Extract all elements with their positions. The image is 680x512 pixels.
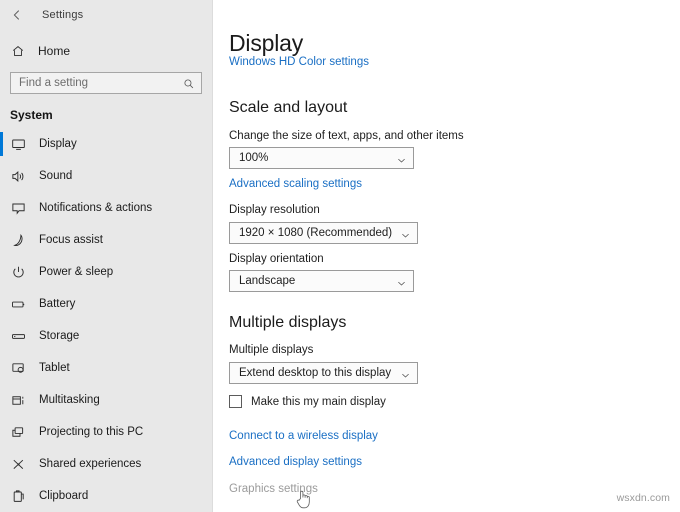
settings-window: Settings Home Syste (0, 0, 680, 512)
scale-value: 100% (239, 152, 396, 164)
sidebar-item-battery[interactable]: Battery (0, 288, 212, 320)
sidebar-item-sound[interactable]: Sound (0, 160, 212, 192)
sidebar-item-label: Notifications & actions (39, 202, 152, 214)
sidebar-item-power-and-sleep[interactable]: Power & sleep (0, 256, 212, 288)
sidebar-item-shared-experiences[interactable]: Shared experiences (0, 448, 212, 480)
multitasking-icon (10, 392, 27, 409)
chevron-down-icon (396, 153, 407, 164)
back-arrow-icon[interactable] (8, 6, 26, 24)
scale-and-layout-heading: Scale and layout (229, 99, 347, 117)
sidebar-item-label: Multitasking (39, 394, 100, 406)
advanced-scaling-settings-link[interactable]: Advanced scaling settings (229, 178, 362, 190)
search-icon[interactable] (183, 77, 195, 89)
search-input[interactable] (11, 73, 201, 93)
sidebar-item-notifications-and-actions[interactable]: Notifications & actions (0, 192, 212, 224)
moon-icon (10, 232, 27, 249)
chevron-down-icon (400, 368, 411, 379)
projecting-icon (10, 424, 27, 441)
home-label: Home (38, 44, 70, 58)
make-main-display-label: Make this my main display (251, 396, 386, 408)
home-icon (10, 43, 26, 59)
sidebar-item-focus-assist[interactable]: Focus assist (0, 224, 212, 256)
sidebar-item-clipboard[interactable]: Clipboard (0, 480, 212, 512)
sidebar-item-tablet[interactable]: Tablet (0, 352, 212, 384)
scale-label: Change the size of text, apps, and other… (229, 130, 464, 142)
chevron-down-icon (396, 276, 407, 287)
sidebar-item-home[interactable]: Home (0, 38, 212, 64)
window-title: Settings (42, 9, 83, 21)
chevron-down-icon (400, 228, 411, 239)
monitor-icon (10, 136, 27, 153)
connect-wireless-display-link[interactable]: Connect to a wireless display (229, 430, 378, 442)
search-box[interactable] (10, 72, 202, 94)
advanced-display-settings-link[interactable]: Advanced display settings (229, 456, 362, 468)
sidebar-item-label: Focus assist (39, 234, 103, 246)
make-main-display-checkbox[interactable] (229, 395, 242, 408)
multiple-displays-heading: Multiple displays (229, 314, 346, 332)
sidebar-item-label: Battery (39, 298, 75, 310)
scale-dropdown[interactable]: 100% (229, 147, 414, 169)
sidebar-item-label: Shared experiences (39, 458, 141, 470)
sidebar-item-label: Power & sleep (39, 266, 113, 278)
sidebar-item-multitasking[interactable]: Multitasking (0, 384, 212, 416)
watermark: wsxdn.com (617, 492, 670, 504)
main-content: Display Windows HD Color settings Scale … (213, 0, 680, 512)
multiple-displays-value: Extend desktop to this display (239, 367, 400, 379)
clipboard-icon (10, 488, 27, 505)
tablet-icon (10, 360, 27, 377)
windows-hd-color-settings-link[interactable]: Windows HD Color settings (229, 56, 369, 68)
page-title: Display (229, 30, 303, 57)
sidebar-item-label: Projecting to this PC (39, 426, 143, 438)
display-orientation-label: Display orientation (229, 253, 324, 265)
sidebar-nav: Display Sound Notifica (0, 128, 212, 512)
graphics-settings-link[interactable]: Graphics settings (229, 483, 318, 495)
notification-icon (10, 200, 27, 217)
search-container (0, 64, 212, 94)
sidebar-item-label: Sound (39, 170, 72, 182)
display-resolution-label: Display resolution (229, 204, 320, 216)
multiple-displays-dropdown[interactable]: Extend desktop to this display (229, 362, 418, 384)
multiple-displays-label: Multiple displays (229, 344, 313, 356)
display-resolution-dropdown[interactable]: 1920 × 1080 (Recommended) (229, 222, 418, 244)
display-orientation-dropdown[interactable]: Landscape (229, 270, 414, 292)
sidebar-item-label: Tablet (39, 362, 70, 374)
power-icon (10, 264, 27, 281)
battery-icon (10, 296, 27, 313)
storage-icon (10, 328, 27, 345)
sidebar-item-display[interactable]: Display (0, 128, 212, 160)
speaker-icon (10, 168, 27, 185)
sidebar-item-label: Clipboard (39, 490, 88, 502)
sidebar-item-projecting-to-this-pc[interactable]: Projecting to this PC (0, 416, 212, 448)
display-resolution-value: 1920 × 1080 (Recommended) (239, 227, 400, 239)
display-orientation-value: Landscape (239, 275, 396, 287)
title-bar: Settings (0, 0, 212, 30)
sidebar-item-storage[interactable]: Storage (0, 320, 212, 352)
make-main-display-checkbox-row[interactable]: Make this my main display (229, 395, 386, 408)
shared-experiences-icon (10, 456, 27, 473)
sidebar-group-system: System (0, 94, 212, 126)
sidebar-item-label: Display (39, 138, 77, 150)
sidebar-item-label: Storage (39, 330, 79, 342)
sidebar: Settings Home Syste (0, 0, 213, 512)
